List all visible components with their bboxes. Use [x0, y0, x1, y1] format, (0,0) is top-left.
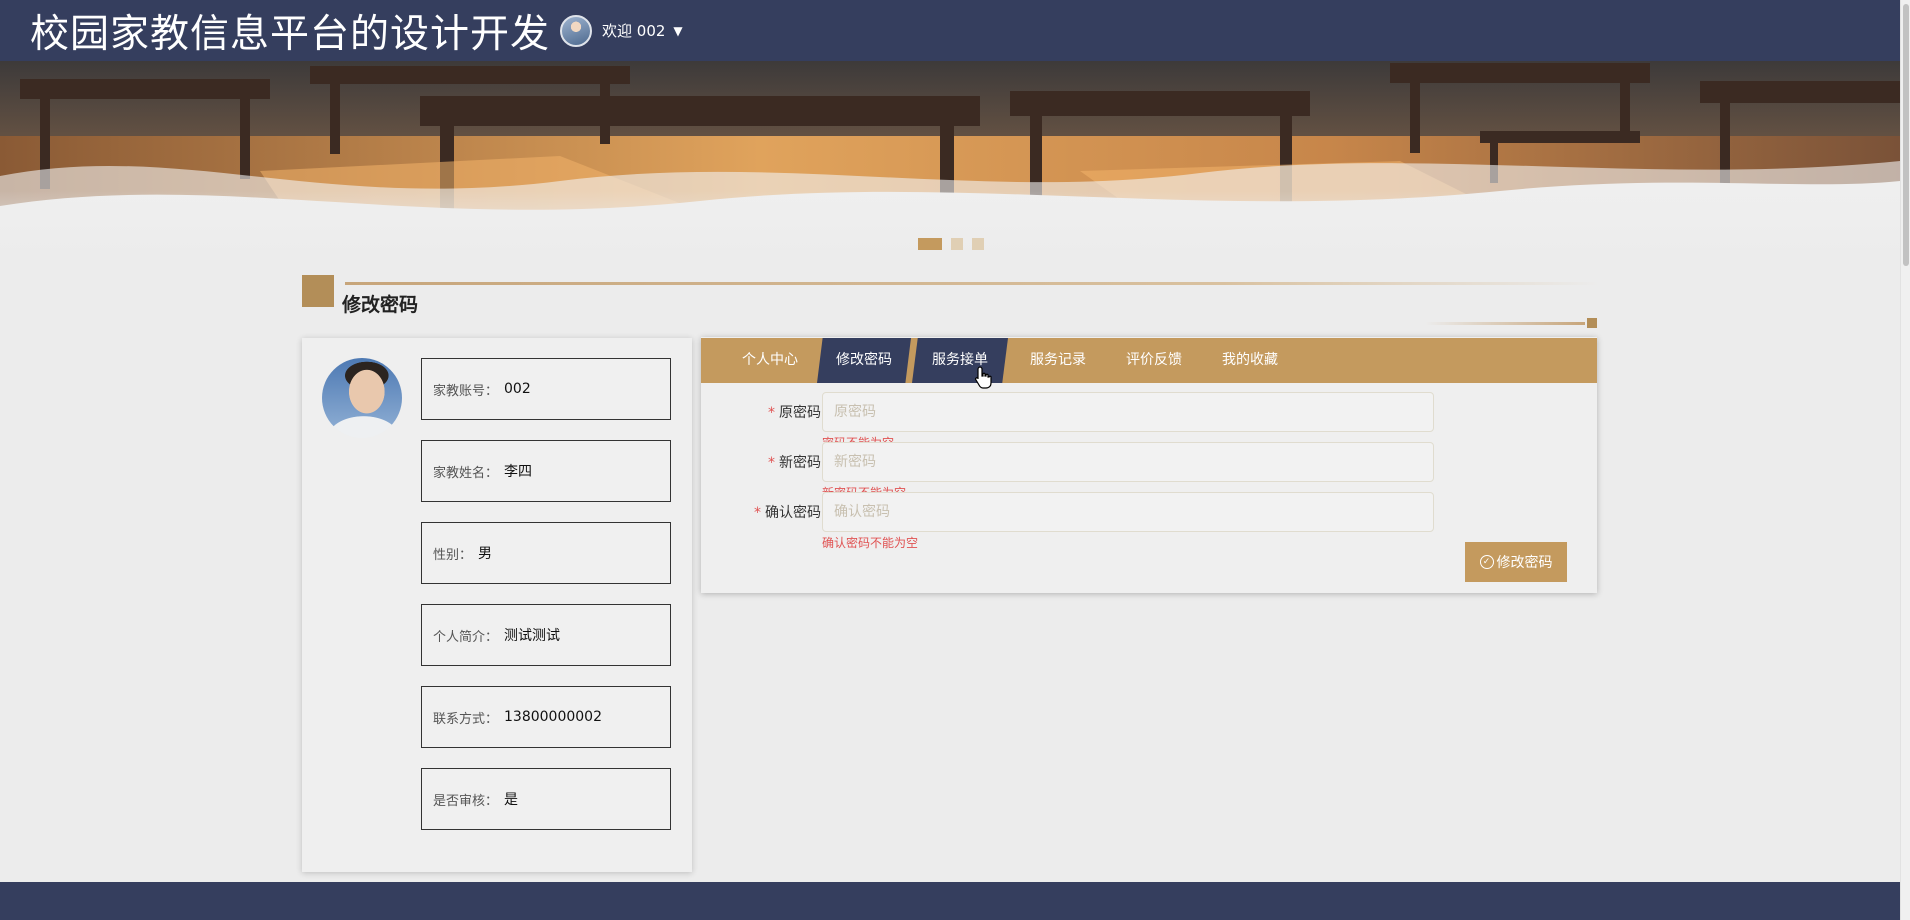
carousel-dot-1[interactable]	[918, 238, 942, 250]
confirm-password-input[interactable]	[822, 492, 1434, 532]
section-decoration-line	[1425, 322, 1585, 325]
footer-bar	[0, 882, 1900, 920]
carousel-dot-3[interactable]	[972, 238, 984, 250]
carousel-dot-2[interactable]	[951, 238, 963, 250]
info-label: 是否审核：	[433, 793, 499, 809]
info-account: 家教账号： 002	[421, 358, 671, 420]
tab-change-password[interactable]: 修改密码	[817, 338, 911, 383]
new-password-input[interactable]	[822, 442, 1434, 482]
info-label: 个人简介：	[433, 629, 499, 645]
banner-carousel	[0, 61, 1900, 261]
info-value: 男	[478, 546, 493, 562]
info-reviewed: 是否审核： 是	[421, 768, 671, 830]
site-title: 校园家教信息平台的设计开发	[30, 11, 551, 57]
info-value: 测试测试	[504, 628, 561, 644]
info-bio: 个人简介： 测试测试	[421, 604, 671, 666]
info-gender: 性别： 男	[421, 522, 671, 584]
old-password-error: 密码不能为空	[822, 434, 894, 442]
info-name: 家教姓名： 李四	[421, 440, 671, 502]
section-title-line	[345, 282, 1600, 285]
classroom-banner-image	[0, 61, 1900, 261]
info-value: 13800000002	[504, 709, 602, 725]
old-password-input[interactable]	[822, 392, 1434, 432]
tab-bar: 个人中心 修改密码 服务接单 服务记录 评价反馈 我的收藏	[701, 338, 1597, 383]
top-navbar: 校园家教信息平台的设计开发 欢迎 002 ▼	[0, 0, 1900, 61]
profile-card: 家教账号： 002 家教姓名： 李四 性别： 男 个人简介： 测试测试 联系方式…	[302, 338, 692, 872]
tab-service-orders[interactable]: 服务接单	[912, 338, 1008, 383]
info-label: 家教账号：	[433, 383, 499, 399]
carousel-indicators	[918, 238, 984, 250]
welcome-text[interactable]: 欢迎 002	[602, 20, 665, 41]
section-title-square	[302, 275, 334, 307]
info-label: 家教姓名：	[433, 465, 499, 481]
confirm-password-error: 确认密码不能为空	[822, 536, 919, 550]
caret-down-icon[interactable]: ▼	[673, 24, 682, 38]
info-label: 性别：	[433, 547, 473, 563]
check-circle-icon: ✓	[1479, 555, 1494, 569]
info-value: 002	[504, 381, 531, 397]
old-password-label: * 原密码	[768, 405, 821, 421]
profile-avatar	[322, 358, 402, 438]
info-contact: 联系方式： 13800000002	[421, 686, 671, 748]
page-scrollbar[interactable]	[1900, 0, 1910, 920]
section-title: 修改密码	[342, 294, 419, 316]
section-decoration-square	[1587, 318, 1597, 328]
tab-reviews[interactable]: 评价反馈	[1109, 338, 1199, 383]
new-password-error: 新密码不能为空	[822, 484, 906, 492]
new-password-label: * 新密码	[768, 455, 821, 471]
scrollbar-thumb[interactable]	[1903, 4, 1909, 266]
info-label: 联系方式：	[433, 711, 499, 727]
user-avatar[interactable]	[560, 14, 593, 47]
hand-cursor-icon	[975, 366, 992, 389]
info-value: 李四	[504, 464, 533, 480]
tab-personal-center[interactable]: 个人中心	[725, 338, 815, 383]
info-value: 是	[504, 792, 519, 808]
confirm-password-label: * 确认密码	[754, 505, 821, 521]
change-password-card: 个人中心 修改密码 服务接单 服务记录 评价反馈 我的收藏 *原密码 密码不能为…	[701, 337, 1597, 593]
tab-service-records[interactable]: 服务记录	[1013, 338, 1103, 383]
tab-favorites[interactable]: 我的收藏	[1205, 338, 1295, 383]
change-password-button-label: 修改密码	[1496, 555, 1553, 571]
change-password-button[interactable]: ✓ 修改密码	[1465, 542, 1567, 582]
